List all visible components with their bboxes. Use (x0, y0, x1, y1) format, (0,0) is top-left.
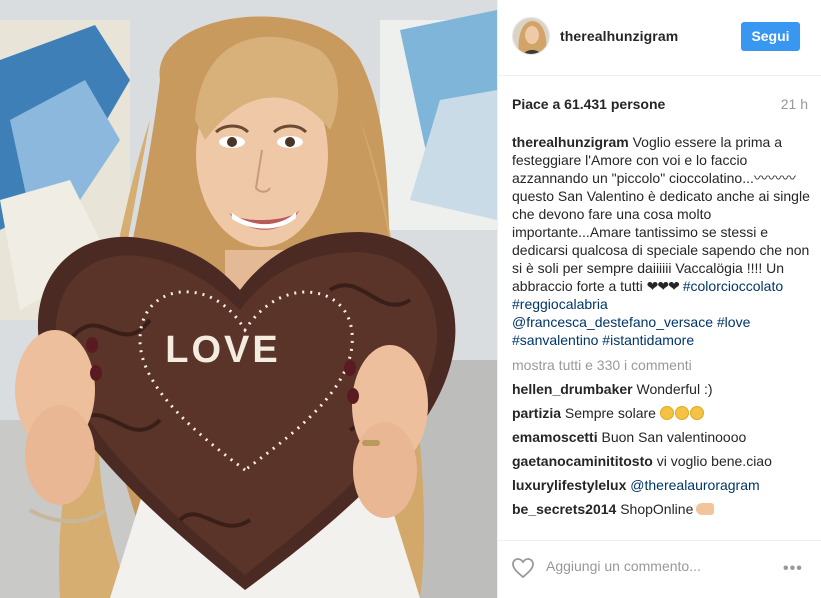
comment-item: luxurylifestylelux @therealauroragram (512, 476, 812, 494)
hashtag-link[interactable]: #love (717, 314, 750, 330)
comments-list[interactable]: therealhunzigram Voglio essere la prima … (512, 133, 812, 533)
hashtag-link[interactable]: #colorcioccolato (683, 278, 783, 294)
smiling-face-icon (659, 406, 674, 420)
comment-footer: ••• (498, 540, 821, 598)
post-photo[interactable]: LOVE (0, 0, 497, 598)
likes-count[interactable]: Piace a 61.431 persone (512, 96, 665, 112)
comment-item: hellen_drumbaker Wonderful :) (512, 380, 812, 398)
comment-username[interactable]: be_secrets2014 (512, 501, 616, 517)
comment-item: gaetanocaminititosto vi voglio bene.ciao (512, 452, 812, 470)
smiling-face-icon (689, 406, 704, 420)
hashtag-link[interactable]: #reggiocalabria (512, 296, 608, 312)
avatar-image (513, 18, 549, 54)
comment-text: Buon San valentinoooo (601, 429, 747, 445)
comment-text: vi voglio bene.ciao (656, 453, 772, 469)
backhand-index-pointing-left-icon (696, 503, 715, 515)
post-caption: therealhunzigram Voglio essere la prima … (512, 133, 812, 349)
view-all-comments-link[interactable]: mostra tutti e 330 i commenti (512, 356, 812, 374)
photo-illustration: LOVE (0, 0, 497, 598)
caption-text: Voglio essere la prima a festeggiare l'A… (512, 134, 810, 294)
comment-username[interactable]: gaetanocaminititosto (512, 453, 653, 469)
likes-row: Piace a 61.431 persone 21 h (512, 96, 808, 116)
more-options-icon[interactable]: ••• (783, 560, 803, 578)
comment-username[interactable]: partizia (512, 405, 561, 421)
hashtag-link[interactable]: #sanvalentino (512, 332, 598, 348)
mention-link[interactable]: @therealauroragram (630, 477, 759, 493)
hashtag-link[interactable]: #istantidamore (602, 332, 694, 348)
smiling-face-icon (674, 406, 689, 420)
post-timestamp[interactable]: 21 h (781, 96, 808, 112)
instagram-post: LOVE therealhunzigram Segui Piace a 61.4… (0, 0, 821, 598)
avatar[interactable] (512, 17, 550, 55)
header-username[interactable]: therealhunzigram (560, 28, 678, 44)
comment-item: partizia Sempre solare (512, 404, 812, 422)
chocolate-love-text: LOVE (165, 329, 280, 371)
comment-username[interactable]: luxurylifestylelux (512, 477, 626, 493)
mention-link[interactable]: @francesca_destefano_versace (512, 314, 713, 330)
comment-item: be_secrets2014 ShopOnline (512, 500, 812, 518)
post-header: therealhunzigram Segui (498, 0, 821, 76)
comment-text: ShopOnline (620, 501, 694, 517)
follow-button[interactable]: Segui (741, 22, 800, 51)
caption-username[interactable]: therealhunzigram (512, 134, 629, 150)
heart-outline-icon[interactable] (511, 557, 535, 579)
add-comment-input[interactable] (546, 555, 766, 577)
caption-hearts: ❤❤❤ (646, 278, 680, 294)
comment-text: Wonderful :) (636, 381, 713, 397)
comment-username[interactable]: emamoscetti (512, 429, 598, 445)
post-side-panel: therealhunzigram Segui Piace a 61.431 pe… (497, 0, 821, 598)
comment-text: Sempre solare (564, 405, 656, 421)
comment-item: emamoscetti Buon San valentinoooo (512, 428, 812, 446)
comment-username[interactable]: hellen_drumbaker (512, 381, 633, 397)
